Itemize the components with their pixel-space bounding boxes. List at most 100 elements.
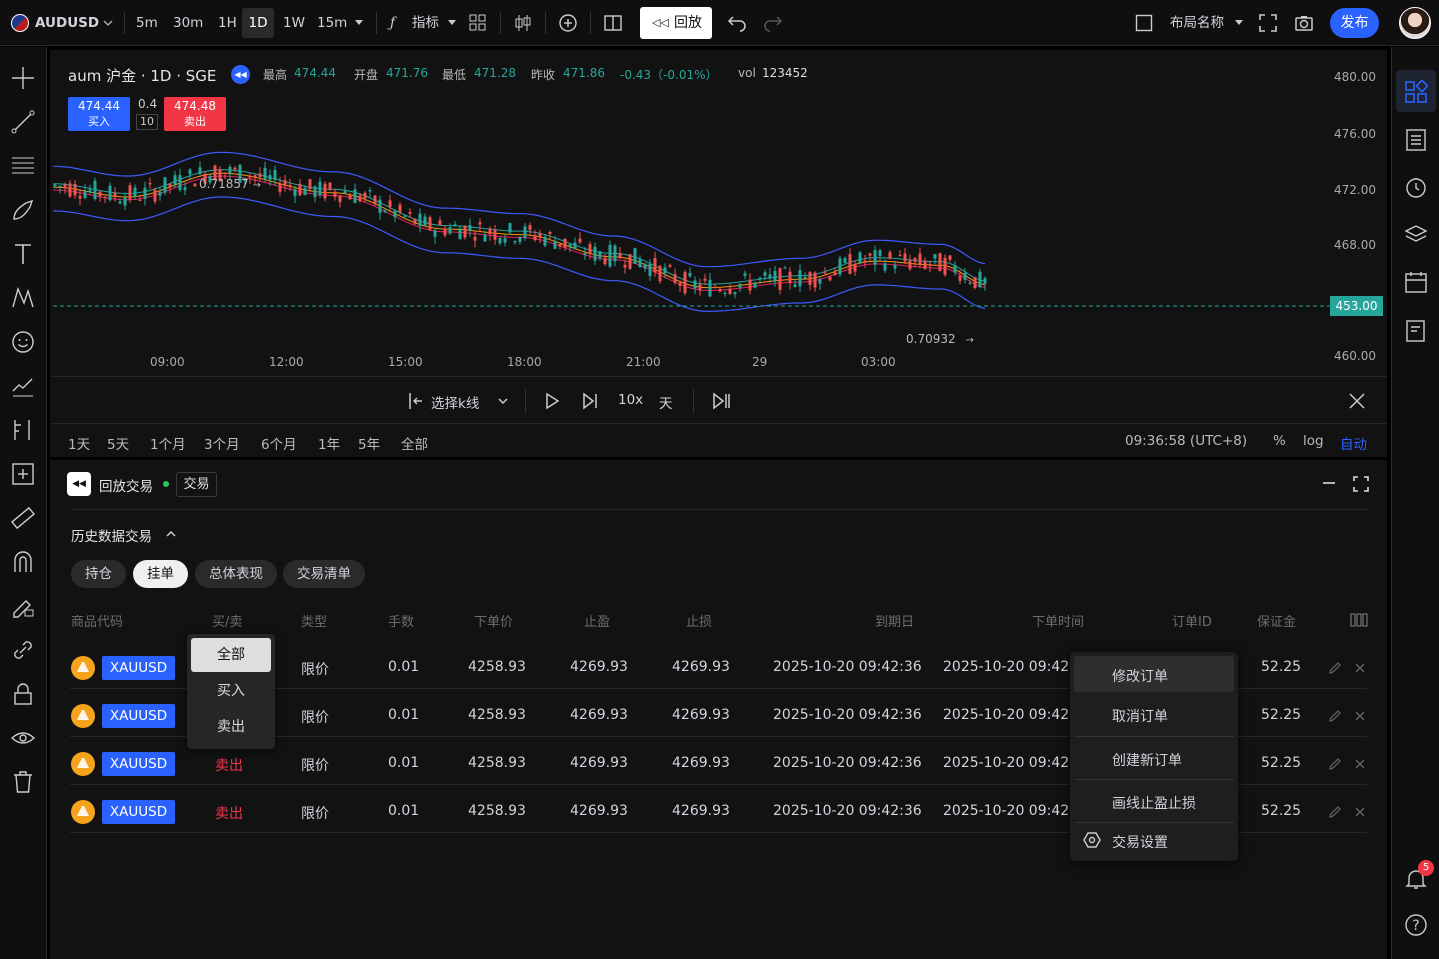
range-5y[interactable]: 5年 [358, 433, 380, 453]
lock-icon[interactable] [10, 681, 36, 707]
col-lots[interactable]: 手数 [388, 611, 414, 630]
text-icon[interactable] [10, 241, 36, 267]
jump-to-realtime-icon[interactable] [711, 392, 731, 410]
col-price[interactable]: 下单价 [474, 611, 513, 630]
maximize-icon[interactable] [1352, 475, 1370, 493]
play-icon[interactable] [544, 392, 560, 410]
select-bar-icon[interactable] [407, 392, 425, 410]
symbol-badge[interactable]: XAUUSD [102, 752, 175, 776]
step-forward-icon[interactable] [581, 392, 599, 410]
interval-1d[interactable]: 1D [242, 8, 274, 38]
caret-down-icon[interactable] [447, 19, 457, 27]
range-1y[interactable]: 1年 [318, 433, 340, 453]
speed-selector[interactable]: 10x [618, 392, 643, 408]
menu-draw-tp-sl[interactable]: 画线止盈止损 [1112, 793, 1196, 813]
filter-option-buy[interactable]: 买入 [191, 676, 271, 706]
range-all[interactable]: 全部 [401, 433, 428, 453]
col-tp[interactable]: 止盈 [584, 611, 610, 630]
col-margin[interactable]: 保证金 [1257, 611, 1296, 630]
range-5d[interactable]: 5天 [107, 433, 129, 453]
publish-button[interactable]: 发布 [1330, 8, 1379, 38]
sell-button[interactable]: 474.48 卖出 [164, 97, 226, 131]
eye-icon[interactable] [10, 725, 36, 751]
edit-icon[interactable] [1328, 661, 1342, 675]
select-bar-button[interactable]: 选择k线 [431, 392, 479, 412]
caret-down-icon[interactable] [1234, 19, 1244, 27]
magnet-icon[interactable] [10, 549, 36, 575]
interval-1w[interactable]: 1W [283, 8, 305, 38]
menu-trade-settings[interactable]: 交易设置 [1112, 832, 1168, 852]
price-chart[interactable] [50, 50, 1387, 376]
interval-unit-selector[interactable]: 天 [659, 392, 673, 412]
trade-tag-button[interactable]: 交易 [176, 472, 217, 497]
fullscreen-icon[interactable] [1258, 13, 1278, 33]
candles-icon[interactable] [513, 13, 533, 33]
compare-icon[interactable] [603, 13, 623, 33]
range-1d[interactable]: 1天 [68, 433, 90, 453]
edit-icon[interactable] [1328, 757, 1342, 771]
prediction-icon[interactable] [10, 373, 36, 399]
measure-bars-icon[interactable] [10, 417, 36, 443]
menu-create-order[interactable]: 创建新订单 [1112, 750, 1182, 770]
col-order-id[interactable]: 订单ID [1172, 611, 1212, 630]
symbol-badge[interactable]: XAUUSD [102, 800, 175, 824]
edit-icon[interactable] [1328, 805, 1342, 819]
notes-icon[interactable] [1404, 319, 1428, 343]
col-side[interactable]: 买/卖 [212, 611, 242, 630]
fx-icon[interactable]: ƒ [390, 8, 395, 38]
close-icon[interactable] [1348, 392, 1366, 410]
camera-icon[interactable] [1294, 13, 1314, 33]
tab-orders[interactable]: 挂单 [133, 560, 188, 588]
help-icon[interactable]: ? [1404, 913, 1428, 937]
col-sl[interactable]: 止损 [686, 611, 712, 630]
log-toggle[interactable]: log [1303, 433, 1324, 449]
trend-line-icon[interactable] [10, 109, 36, 135]
layout-grid-icon[interactable] [469, 14, 487, 32]
chevron-down-icon[interactable] [102, 17, 114, 29]
draw-lock-icon[interactable] [10, 593, 36, 619]
watchlist-icon[interactable] [1404, 128, 1428, 152]
calendar-icon[interactable] [1404, 270, 1428, 294]
alert-add-icon[interactable] [558, 13, 578, 33]
chevron-up-icon[interactable] [165, 528, 177, 540]
link-icon[interactable] [10, 637, 36, 663]
brush-icon[interactable] [10, 197, 36, 223]
filter-option-sell[interactable]: 卖出 [191, 712, 271, 742]
range-6m[interactable]: 6个月 [261, 433, 297, 453]
layers-icon[interactable] [1404, 222, 1428, 246]
symbol-selector[interactable]: AUDUSD [35, 8, 99, 38]
delete-icon[interactable] [1353, 661, 1367, 675]
columns-settings-icon[interactable] [1350, 613, 1368, 627]
interval-5m[interactable]: 5m [136, 8, 158, 38]
emoji-icon[interactable] [10, 329, 36, 355]
fib-lines-icon[interactable] [10, 153, 36, 179]
delete-icon[interactable] [1353, 805, 1367, 819]
trash-icon[interactable] [10, 769, 36, 795]
menu-cancel-order[interactable]: 取消订单 [1112, 706, 1168, 726]
replay-button[interactable]: ◁◁ 回放 [640, 7, 712, 39]
symbol-badge[interactable]: XAUUSD [102, 704, 175, 728]
col-expiry[interactable]: 到期日 [875, 611, 914, 630]
col-order-time[interactable]: 下单时间 [1032, 611, 1084, 630]
layout-name-button[interactable]: 布局名称 [1170, 8, 1224, 38]
interval-30m[interactable]: 30m [173, 8, 203, 38]
minimize-icon[interactable] [1321, 475, 1337, 491]
tab-performance[interactable]: 总体表现 [195, 560, 277, 588]
redo-icon[interactable] [763, 14, 783, 32]
edit-icon[interactable] [1328, 709, 1342, 723]
percent-toggle[interactable]: % [1273, 433, 1286, 449]
section-title[interactable]: 历史数据交易 [71, 525, 152, 545]
menu-modify-order[interactable]: 修改订单 [1112, 666, 1168, 686]
indicators-button[interactable]: 指标 [412, 8, 439, 38]
clock-readout[interactable]: 09:36:58 (UTC+8) [1125, 433, 1247, 449]
zoom-in-icon[interactable] [10, 461, 36, 487]
ruler-icon[interactable] [10, 505, 36, 531]
avatar[interactable] [1399, 7, 1431, 39]
widgets-icon[interactable] [1404, 80, 1428, 104]
checkbox-icon[interactable] [1135, 14, 1153, 32]
chart-area[interactable]: aum 沪金 · 1D · SGE ◀◀ 最高 474.44 开盘 471.76… [50, 50, 1387, 457]
undo-icon[interactable] [727, 14, 747, 32]
range-1m[interactable]: 1个月 [150, 433, 186, 453]
chevron-down-icon[interactable] [497, 395, 509, 407]
delete-icon[interactable] [1353, 709, 1367, 723]
